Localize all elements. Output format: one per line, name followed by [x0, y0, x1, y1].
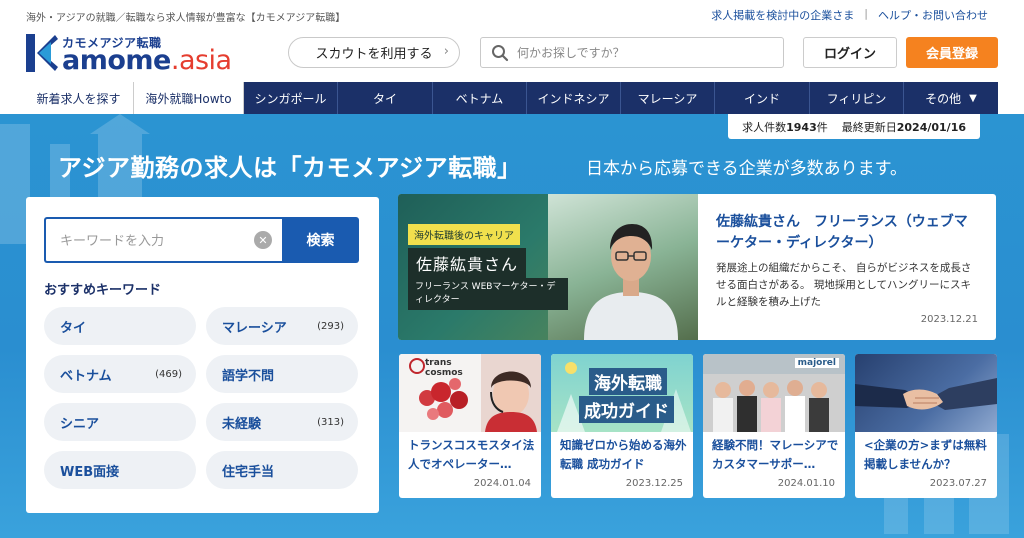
keyword-pill-housing[interactable]: 住宅手当: [206, 451, 358, 489]
chevron-right-icon: ›: [443, 44, 449, 59]
nav-item-indonesia[interactable]: インドネシア: [527, 82, 621, 114]
keyword-search-panel: ✕ 検索 おすすめキーワード タイ マレーシア (293) ベトナム (469)…: [26, 197, 379, 513]
article-card-image: 海外転職 成功ガイド: [551, 354, 693, 432]
site-logo[interactable]: カモメアジア転職 amome.asia: [25, 31, 265, 76]
article-card-title: 経験不問！マレーシアでカスタマーサポー…: [712, 438, 839, 471]
nav-item-philippines[interactable]: フィリピン: [810, 82, 904, 114]
handshake-icon: [855, 378, 997, 410]
article-card-title: <企業の方>まずは無料掲載しませんか？: [864, 438, 987, 471]
person-photo-icon: [584, 224, 678, 340]
article-card[interactable]: 海外転職 成功ガイド 知識ゼロから始める海外転職 成功ガイド 2023.12.2…: [551, 354, 693, 498]
featured-person-role: フリーランス WEBマーケター・ディレクター: [408, 278, 568, 310]
site-tagline: 海外・アジアの就職／転職なら求人情報が豊富な【カモメアジア転職】: [26, 13, 346, 24]
majorel-logo: majorel: [794, 358, 839, 368]
employer-link[interactable]: 求人掲載を検討中の企業さま: [711, 7, 854, 23]
login-button[interactable]: ログイン: [803, 37, 897, 68]
nav-item-new-jobs[interactable]: 新着求人を探す: [24, 82, 134, 114]
article-card[interactable]: trans cosmos トランスコスモスタイ法人でオペレーター… 2024.0…: [399, 354, 541, 498]
article-card-image: majorel: [703, 354, 845, 432]
help-link[interactable]: ヘルプ・お問い合わせ: [878, 7, 988, 23]
featured-person-name: 佐藤紘貴さん: [408, 248, 527, 278]
chevron-down-icon: ▼: [969, 92, 977, 104]
keyword-search-button[interactable]: 検索: [282, 217, 359, 263]
featured-article-image: 海外転職後のキャリア 佐藤紘貴さん フリーランス WEBマーケター・ディレクター: [398, 194, 698, 340]
hero-subtitle: 日本から応募できる企業が多数あります。: [586, 159, 907, 179]
nav-item-malaysia[interactable]: マレーシア: [621, 82, 715, 114]
keyword-input-wrapper: ✕: [44, 217, 282, 263]
kamome-k-logo-icon: [26, 34, 58, 72]
nav-item-india[interactable]: インド: [715, 82, 810, 114]
search-icon: [492, 45, 509, 62]
register-button[interactable]: 会員登録: [906, 37, 998, 68]
transcosmos-illustration-icon: [399, 354, 541, 432]
article-card[interactable]: <企業の方>まずは無料掲載しませんか？ 2023.07.27: [855, 354, 997, 498]
article-card-image: [855, 354, 997, 432]
nav-item-thailand[interactable]: タイ: [338, 82, 433, 114]
job-count: 求人件数1943件: [742, 120, 828, 134]
article-card-image: trans cosmos: [399, 354, 541, 432]
top-links: 求人掲載を検討中の企業さま | ヘルプ・お問い合わせ: [711, 7, 988, 23]
featured-tag: 海外転職後のキャリア: [408, 224, 520, 245]
featured-article-date: 2023.12.21: [920, 314, 978, 325]
link-separator: |: [864, 7, 868, 20]
logo-main-text: amome: [62, 45, 171, 76]
featured-article-title[interactable]: 佐藤紘貴さん フリーランス（ウェブマーケター・ディレクター）: [716, 212, 978, 254]
featured-article-description: 発展途上の組織だからこそ、 自らがビジネスを成長させる面白さがある。 現地採用と…: [716, 262, 972, 308]
recommended-keywords: タイ マレーシア (293) ベトナム (469) 語学不問 シニア 未経験 (…: [44, 307, 358, 489]
main-nav: 新着求人を探す 海外就職Howto シンガポール タイ ベトナム インドネシア …: [24, 82, 998, 114]
success-guide-banner-line1: 海外転職: [589, 368, 667, 395]
scout-button[interactable]: スカウトを利用する ›: [288, 37, 460, 68]
nav-item-howto[interactable]: 海外就職Howto: [134, 82, 244, 114]
article-card[interactable]: majorel 経験不問！マレーシアでカスタマーサポー… 2024.01.10: [703, 354, 845, 498]
transcosmos-logo: trans cosmos: [425, 358, 463, 378]
logo-wordmark: amome.asia: [62, 45, 232, 76]
article-card-date: 2023.12.25: [625, 478, 683, 489]
site-header: 海外・アジアの就職／転職なら求人情報が豊富な【カモメアジア転職】 求人掲載を検討…: [0, 0, 1024, 82]
keyword-pill-inexperienced[interactable]: 未経験 (313): [206, 403, 358, 441]
keyword-pill-no-language[interactable]: 語学不問: [206, 355, 358, 393]
site-search-input[interactable]: [517, 42, 777, 64]
keyword-pill-thailand[interactable]: タイ: [44, 307, 196, 345]
success-guide-banner-line2: 成功ガイド: [579, 396, 674, 423]
keyword-pill-web-interview[interactable]: WEB面接: [44, 451, 196, 489]
article-card-title: 知識ゼロから始める海外転職 成功ガイド: [560, 438, 687, 471]
recommended-keywords-heading: おすすめキーワード: [44, 283, 162, 298]
job-stats-bar: 求人件数1943件 最終更新日2024/01/16: [728, 114, 980, 139]
article-card-date: 2024.01.10: [777, 478, 835, 489]
keyword-pill-senior[interactable]: シニア: [44, 403, 196, 441]
article-card-title: トランスコスモスタイ法人でオペレーター…: [408, 438, 535, 471]
nav-item-others-label: その他: [925, 91, 962, 106]
article-card-date: 2024.01.04: [473, 478, 531, 489]
nav-item-vietnam[interactable]: ベトナム: [433, 82, 527, 114]
logo-suffix: .asia: [170, 45, 232, 76]
site-search: [480, 37, 784, 68]
keyword-input[interactable]: [60, 230, 240, 252]
article-card-date: 2023.07.27: [929, 478, 987, 489]
clear-icon[interactable]: ✕: [254, 231, 272, 249]
keyword-pill-malaysia[interactable]: マレーシア (293): [206, 307, 358, 345]
last-updated: 最終更新日2024/01/16: [841, 120, 966, 134]
nav-item-others[interactable]: その他 ▼: [904, 82, 998, 114]
nav-item-singapore[interactable]: シンガポール: [244, 82, 338, 114]
hero-section: 求人件数1943件 最終更新日2024/01/16 アジア勤務の求人は「カモメア…: [0, 114, 1024, 538]
featured-article-card[interactable]: 海外転職後のキャリア 佐藤紘貴さん フリーランス WEBマーケター・ディレクター…: [398, 194, 996, 340]
hero-title: アジア勤務の求人は「カモメアジア転職」: [58, 154, 522, 182]
scout-button-label: スカウトを利用する: [315, 47, 433, 62]
keyword-pill-vietnam[interactable]: ベトナム (469): [44, 355, 196, 393]
